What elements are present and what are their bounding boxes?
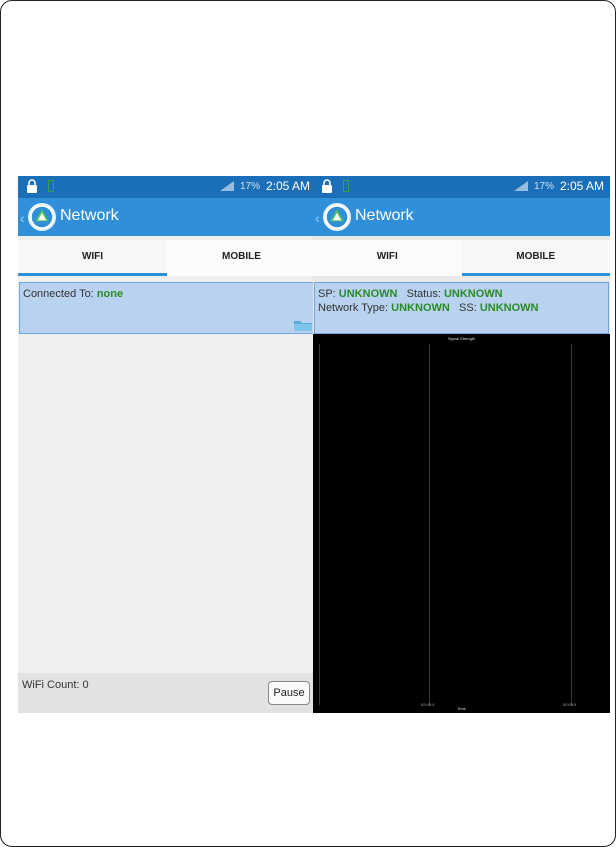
app-logo-icon <box>323 203 351 231</box>
mobile-info-box: SP: UNKNOWN Status: UNKNOWN Network Type… <box>314 282 609 334</box>
status-label: Status: <box>406 288 441 300</box>
grid-line <box>571 344 572 705</box>
status-time: 2:05 AM <box>265 179 310 193</box>
status-bar: 17% 2:05 AM <box>18 176 316 198</box>
wifi-footer: WiFi Count: 0 Pause <box>18 673 316 713</box>
tab-bar: WIFI MOBILE <box>18 240 316 276</box>
ss-value: UNKNOWN <box>479 302 539 314</box>
battery-percentage: 17% <box>533 180 554 192</box>
lock-icon <box>27 179 37 193</box>
wifi-screen: 17% 2:05 AM ‹ Network WIFI MOBILE Connec… <box>18 176 316 713</box>
chart-x-label: Time <box>457 706 466 711</box>
back-chevron-icon[interactable]: ‹ <box>20 210 25 226</box>
app-title: Network <box>60 207 119 224</box>
sp-value: UNKNOWN <box>338 288 398 300</box>
connection-info-box: Connected To: none <box>19 282 315 334</box>
grid-line <box>319 344 320 705</box>
tab-bar: WIFI MOBILE <box>313 240 610 276</box>
back-chevron-icon[interactable]: ‹ <box>315 210 320 226</box>
app-title: Network <box>355 207 414 224</box>
tab-mobile[interactable]: MOBILE <box>167 240 316 276</box>
signal-icon <box>513 181 528 191</box>
ss-label: SS: <box>459 302 477 314</box>
status-value: UNKNOWN <box>443 288 503 300</box>
battery-percentage: 17% <box>239 180 260 192</box>
status-bar: 17% 2:05 AM <box>313 176 610 198</box>
connected-to-value: none <box>96 288 124 300</box>
battery-icon <box>343 180 349 192</box>
folder-icon[interactable] <box>294 319 312 331</box>
connected-to-label: Connected To: <box>23 288 94 300</box>
grid-line <box>429 344 430 705</box>
mobile-screen: 17% 2:05 AM ‹ Network WIFI MOBILE SP: UN… <box>313 176 610 713</box>
chart-title: Signal Strength <box>447 336 476 341</box>
battery-icon <box>48 180 54 192</box>
network-type-label: Network Type: <box>318 302 389 314</box>
signal-strength-chart: Signal Strength 02:05:4 02:05:5 Time <box>313 334 610 713</box>
signal-icon <box>219 181 234 191</box>
sp-label: SP: <box>318 288 336 300</box>
app-bar: ‹ Network <box>18 198 316 236</box>
tab-mobile[interactable]: MOBILE <box>461 240 610 276</box>
tab-wifi[interactable]: WIFI <box>18 240 167 276</box>
app-logo-icon <box>28 203 56 231</box>
lock-icon <box>322 179 332 193</box>
wifi-count-label: WiFi Count: <box>22 679 80 691</box>
app-bar: ‹ Network <box>313 198 610 236</box>
tab-wifi[interactable]: WIFI <box>313 240 462 276</box>
network-type-value: UNKNOWN <box>391 302 450 314</box>
wifi-count-value: 0 <box>82 679 89 691</box>
pause-button[interactable]: Pause <box>268 681 310 705</box>
status-time: 2:05 AM <box>559 179 604 193</box>
